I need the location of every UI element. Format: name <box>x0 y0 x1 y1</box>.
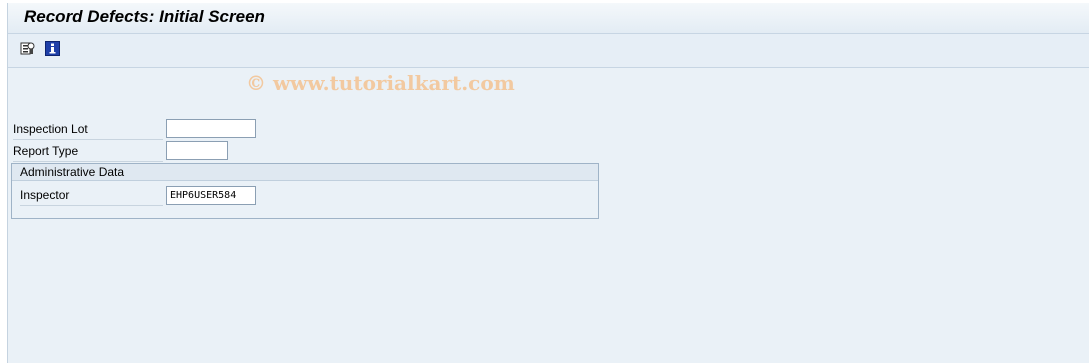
inspector-label-underline <box>20 205 163 206</box>
inspector-input[interactable]: EHP6USER584 <box>166 186 256 205</box>
inspection-lot-input[interactable] <box>166 119 256 138</box>
application-toolbar: © www.tutorialkart.com <box>8 34 1089 95</box>
watermark-text: © www.tutorialkart.com <box>246 71 515 95</box>
administrative-data-title: Administrative Data <box>12 164 598 181</box>
title-bar: Record Defects: Initial Screen <box>8 3 1089 34</box>
inspection-lot-label: Inspection Lot <box>13 122 88 136</box>
inspection-lot-label-underline <box>13 139 163 140</box>
inspector-label: Inspector <box>20 188 70 202</box>
page-title: Record Defects: Initial Screen <box>24 7 265 26</box>
report-type-input[interactable] <box>166 141 228 160</box>
report-type-label-underline <box>13 161 163 162</box>
multiple-selection-icon[interactable] <box>20 41 35 56</box>
administrative-data-group: Administrative Data <box>11 163 599 219</box>
sap-window: Record Defects: Initial Screen © www.tut… <box>7 3 1089 363</box>
info-icon[interactable] <box>45 41 60 56</box>
report-type-label: Report Type <box>13 144 79 158</box>
